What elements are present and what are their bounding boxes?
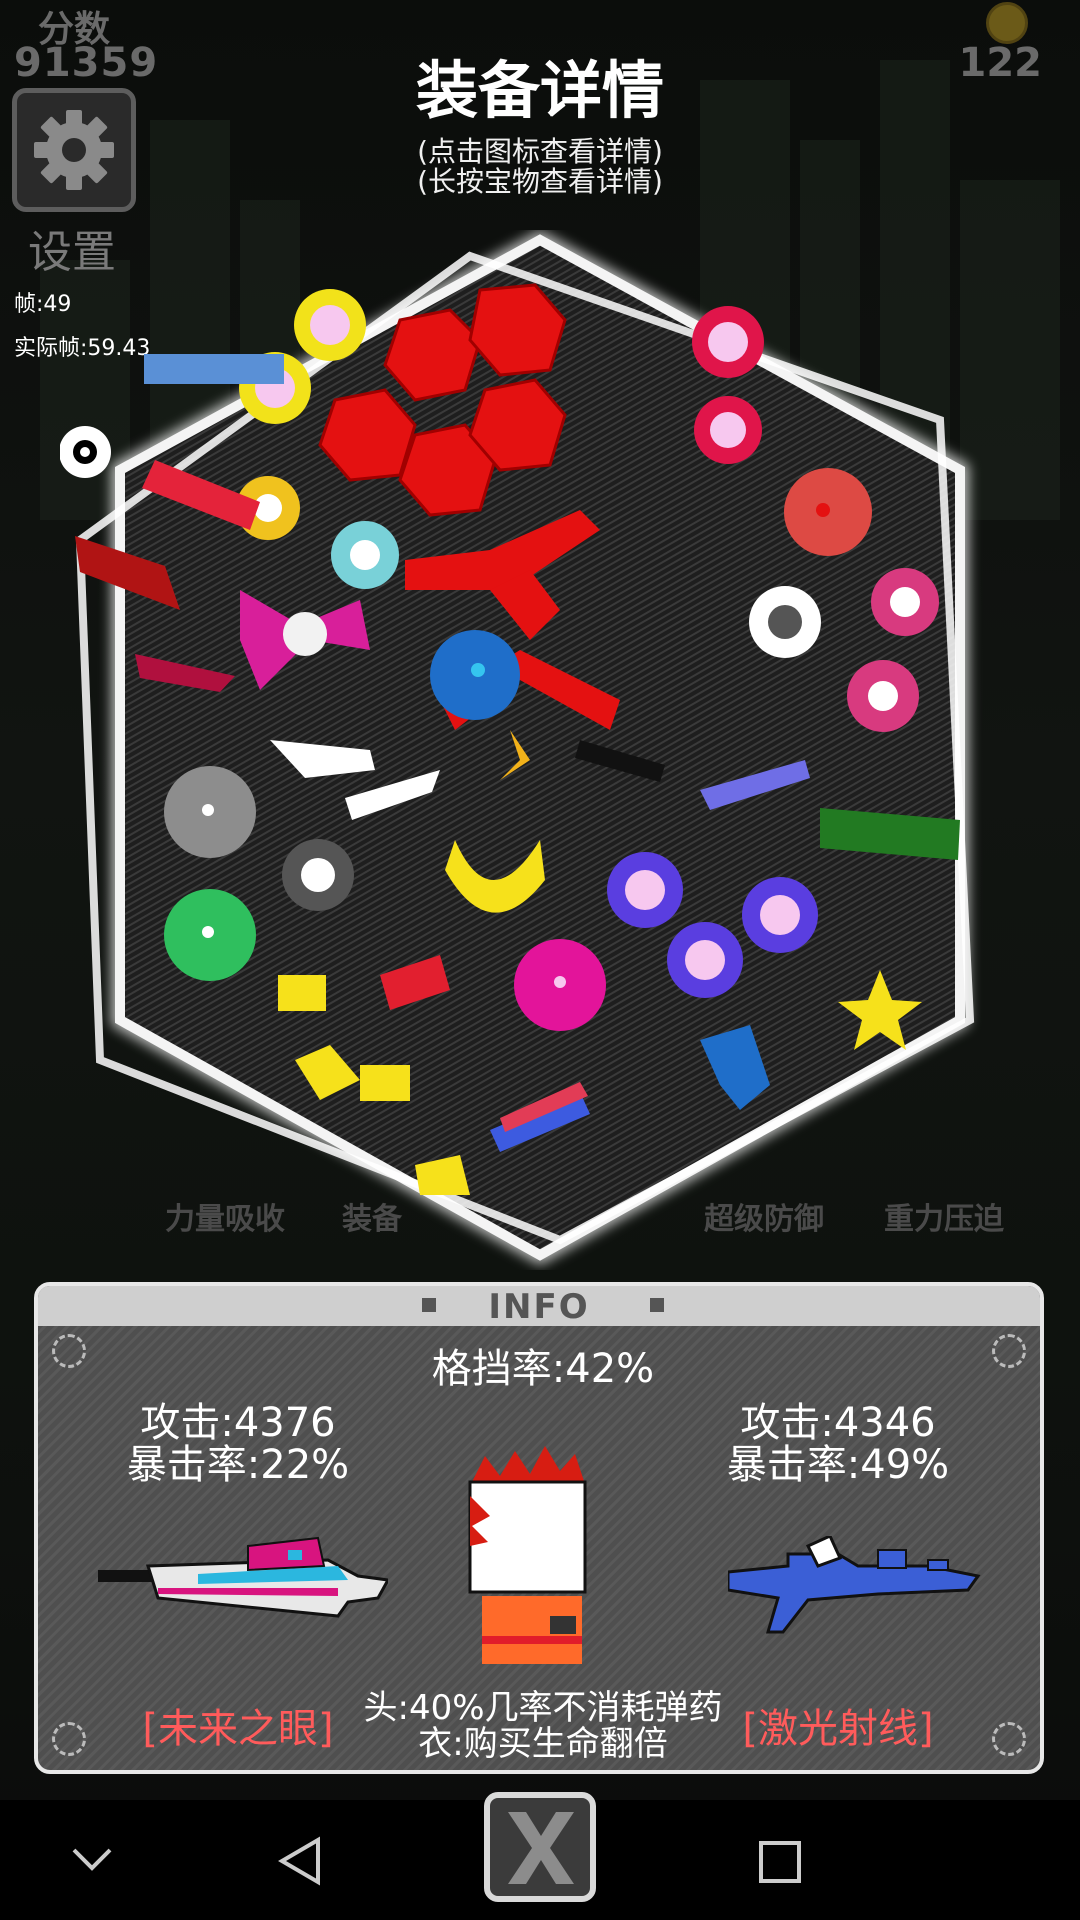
- right-weapon-crit: 暴击率:49%: [726, 1442, 950, 1488]
- recents-icon[interactable]: [758, 1840, 802, 1884]
- left-weapon-crit: 暴击率:22%: [126, 1442, 350, 1488]
- info-panel: INFO 格挡率:42% 攻击:4376 暴击率:22% 攻击:4346 暴击率…: [34, 1282, 1044, 1774]
- perk-body: 衣:购买生命翻倍: [418, 1724, 668, 1764]
- right-weapon-attack: 攻击:4346: [740, 1400, 936, 1446]
- page-title: 装备详情: [415, 54, 664, 127]
- back-icon[interactable]: [278, 1836, 322, 1886]
- block-rate: 格挡率:42%: [431, 1346, 655, 1392]
- right-weapon-icon[interactable]: [728, 1536, 988, 1636]
- equipment-hexagon: [60, 230, 975, 1266]
- collapse-icon[interactable]: [70, 1844, 114, 1874]
- coin-icon: [986, 2, 1028, 44]
- perk-head: 头:40%几率不消耗弹药: [363, 1688, 723, 1728]
- hint-hold: (长按宝物查看详情): [417, 165, 663, 198]
- character-avatar: [468, 1446, 587, 1664]
- info-title: INFO: [488, 1287, 590, 1327]
- left-weapon-attack: 攻击:4376: [140, 1400, 336, 1446]
- close-button[interactable]: [484, 1792, 596, 1902]
- close-icon: [508, 1812, 574, 1884]
- left-weapon-icon[interactable]: [98, 1536, 388, 1626]
